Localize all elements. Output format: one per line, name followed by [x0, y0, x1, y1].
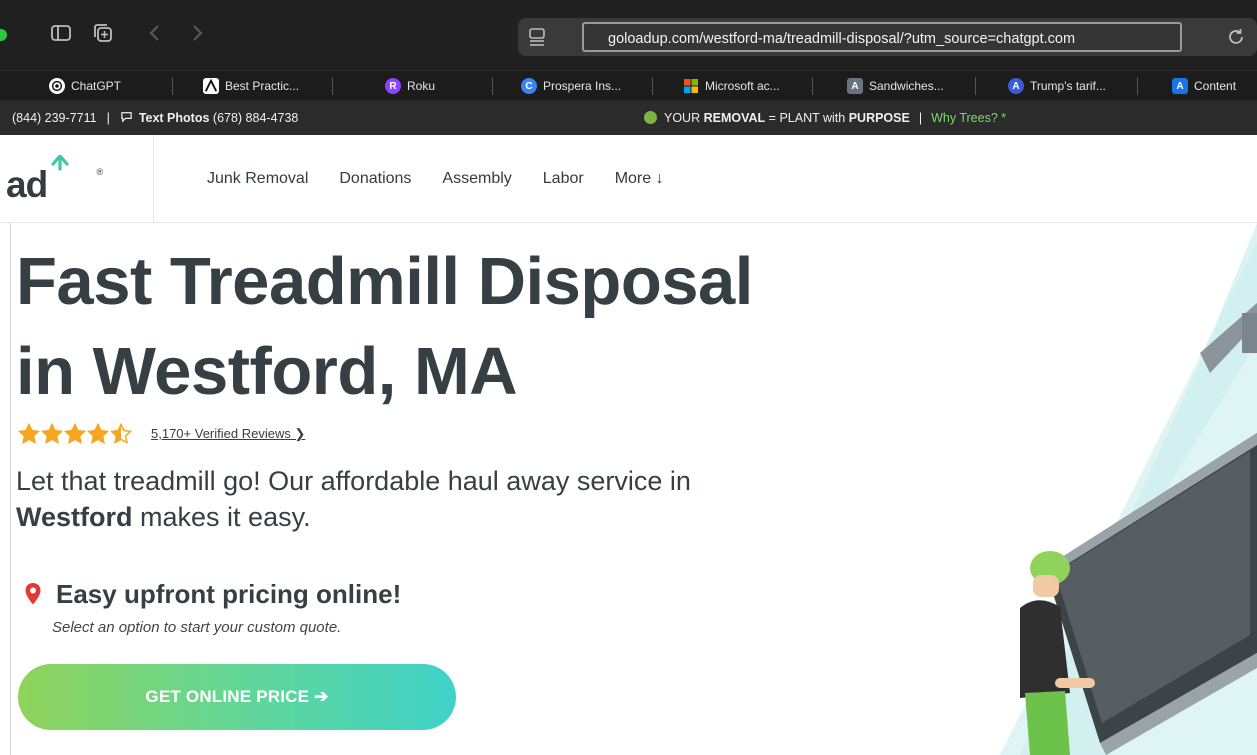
plant-purpose-banner: YOUR REMOVAL = PLANT with PURPOSE | Why …	[644, 100, 1006, 135]
separator: |	[106, 110, 110, 125]
up-arrow-icon	[51, 155, 69, 171]
forward-icon[interactable]	[186, 22, 208, 44]
bookmark-chatgpt[interactable]: ChatGPT	[49, 71, 121, 101]
bookmark-trumps-tariffs[interactable]: A Trump's tarif...	[1008, 71, 1106, 101]
title-line-1: Fast Treadmill Disposal	[16, 244, 753, 319]
pricing-subtext: Select an option to start your custom qu…	[52, 619, 342, 636]
bookmark-sandwiches[interactable]: A Sandwiches...	[847, 71, 944, 101]
chat-icon	[120, 110, 133, 126]
logo-text: ad	[6, 164, 48, 205]
window-zoom-button[interactable]	[0, 29, 7, 41]
sidebar-icon[interactable]	[50, 22, 72, 44]
reload-icon[interactable]	[1225, 26, 1247, 48]
browser-window: goloadup.com/westford-ma/treadmill-dispo…	[0, 0, 1257, 755]
nav-labor[interactable]: Labor	[543, 170, 584, 188]
browser-toolbar: goloadup.com/westford-ma/treadmill-dispo…	[0, 0, 1257, 70]
bookmark-prospera[interactable]: C Prospera Ins...	[521, 71, 621, 101]
logo[interactable]: ad Up ®	[6, 149, 103, 209]
text-photos-link[interactable]: Text Photos (678) 884-4738	[139, 111, 299, 125]
bookmark-label: Trump's tarif...	[1030, 79, 1106, 93]
tree-icon	[644, 111, 657, 124]
site-header: ad Up ® Junk Removal Donations Assembly …	[0, 135, 1257, 223]
hero-sub-location: Westford	[16, 502, 133, 532]
address-bar[interactable]: goloadup.com/westford-ma/treadmill-dispo…	[518, 18, 1257, 56]
bookmark-best-practices[interactable]: Best Practic...	[203, 71, 299, 101]
phone-link[interactable]: (844) 239-7711	[12, 111, 97, 125]
reader-icon[interactable]	[526, 26, 548, 48]
roku-icon: R	[385, 78, 401, 94]
bookmark-divider	[975, 77, 976, 95]
hero-sub-tail: makes it easy.	[140, 502, 311, 532]
bookmark-label: Microsoft ac...	[705, 79, 780, 93]
bookmark-label: Content	[1194, 79, 1237, 93]
bookmark-divider	[812, 77, 813, 95]
a-logo-icon	[203, 78, 219, 94]
promo-your: YOUR	[664, 110, 701, 125]
promo-removal: REMOVAL	[703, 110, 766, 125]
a-box-icon: A	[847, 78, 863, 94]
title-line-2: in Westford, MA	[16, 334, 518, 409]
bookmark-divider	[172, 77, 173, 95]
bookmark-microsoft[interactable]: Microsoft ac...	[683, 71, 780, 101]
treadmill-worker-illustration	[1000, 223, 1257, 755]
separator: |	[918, 110, 923, 125]
why-trees-link[interactable]: Why Trees? *	[931, 111, 1006, 125]
bookmark-divider	[1137, 77, 1138, 95]
content-icon: A	[1172, 78, 1188, 94]
bookmark-label: Sandwiches...	[869, 79, 944, 93]
page-title: Fast Treadmill Disposal in Westford, MA	[16, 237, 836, 417]
nav-junk-removal[interactable]: Junk Removal	[207, 170, 308, 188]
registered-mark: ®	[96, 167, 104, 177]
bookmark-roku[interactable]: R Roku	[385, 71, 435, 101]
logo-up: Up	[47, 155, 94, 209]
promo-purpose: PURPOSE	[848, 110, 910, 125]
promo-bar: (844) 239-7711 | Text Photos (678) 884-4…	[0, 100, 1257, 135]
promo-plant-with: = PLANT with	[768, 110, 846, 125]
nav-more[interactable]: More ↓	[615, 170, 664, 188]
star-half-icon	[110, 423, 132, 445]
nav-donations[interactable]: Donations	[339, 170, 411, 188]
pricing-heading-row: Easy upfront pricing online!	[24, 576, 401, 612]
star-full-icon	[41, 423, 63, 445]
bookmark-divider	[492, 77, 493, 95]
bookmark-label: Roku	[407, 79, 436, 93]
bookmark-label: Best Practic...	[225, 79, 300, 93]
star-full-icon	[87, 423, 109, 445]
main-nav: Junk Removal Donations Assembly Labor Mo…	[207, 135, 695, 223]
hero-subtitle: Let that treadmill go! Our affordable ha…	[16, 463, 816, 535]
star-full-icon	[64, 423, 86, 445]
contact-info: (844) 239-7711 | Text Photos (678) 884-4…	[12, 100, 298, 135]
get-online-price-button[interactable]: GET ONLINE PRICE ➔	[18, 664, 456, 730]
bookmark-divider	[652, 77, 653, 95]
nav-assembly[interactable]: Assembly	[442, 170, 511, 188]
text-photos-number: (678) 884-4738	[212, 110, 299, 125]
page-edge	[10, 223, 11, 755]
reviews-link[interactable]: 5,170+ Verified Reviews ❯	[151, 426, 305, 442]
text-photos-label: Text Photos	[138, 110, 210, 125]
back-icon[interactable]	[144, 22, 166, 44]
chatgpt-icon	[49, 78, 65, 94]
location-pin-icon	[25, 583, 41, 605]
a-circle-icon: A	[1008, 78, 1024, 94]
bookmark-divider	[332, 77, 333, 95]
header-divider	[153, 135, 154, 223]
star-rating	[18, 423, 133, 445]
pricing-heading: Easy upfront pricing online!	[56, 578, 402, 609]
microsoft-icon	[683, 78, 699, 94]
url-text[interactable]: goloadup.com/westford-ma/treadmill-dispo…	[608, 29, 1168, 49]
hero-sub-text: Let that treadmill go! Our affordable ha…	[16, 466, 691, 496]
rating: 5,170+ Verified Reviews ❯	[18, 422, 305, 446]
bookmarks-bar: ChatGPT Best Practic... R Roku C Prosper…	[0, 70, 1257, 100]
star-full-icon	[18, 423, 40, 445]
bookmark-content[interactable]: A Content	[1172, 71, 1236, 101]
bookmark-label: ChatGPT	[71, 79, 122, 93]
url-field[interactable]: goloadup.com/westford-ma/treadmill-dispo…	[582, 22, 1182, 52]
bookmark-label: Prospera Ins...	[543, 79, 622, 93]
tab-overview-icon[interactable]	[92, 22, 114, 44]
prospera-icon: C	[521, 78, 537, 94]
